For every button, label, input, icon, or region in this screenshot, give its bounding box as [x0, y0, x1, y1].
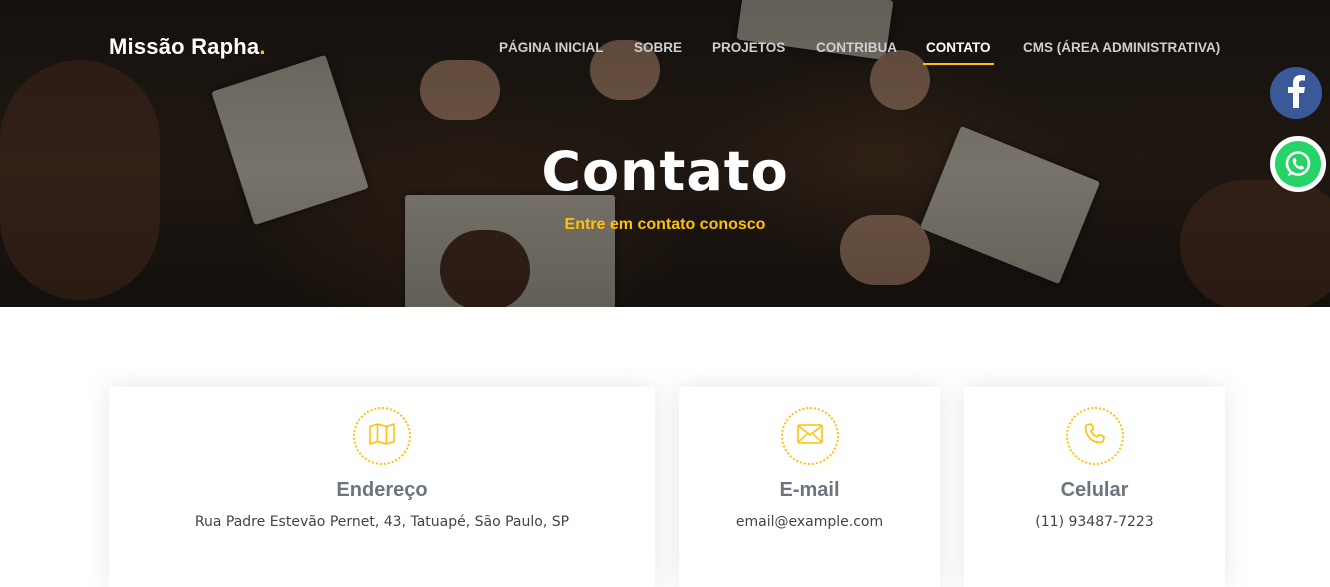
- address-icon-circle: [353, 407, 411, 465]
- hero-banner: Missão Rapha. PÁGINA INICIAL SOBRE PROJE…: [0, 0, 1330, 307]
- nav-item-sobre[interactable]: SOBRE: [634, 40, 682, 63]
- email-icon-circle: [780, 407, 839, 465]
- phone-card: Celular (11) 93487-7223: [964, 387, 1225, 587]
- email-title: E-mail: [779, 479, 840, 501]
- address-text: Rua Padre Estevão Pernet, 43, Tatuapé, S…: [194, 514, 570, 530]
- phone-title: Celular: [1060, 479, 1129, 501]
- address-title: Endereço: [336, 479, 428, 501]
- address-card: Endereço Rua Padre Estevão Pernet, 43, T…: [109, 387, 655, 587]
- phone-text[interactable]: (11) 93487-7223: [964, 514, 1225, 530]
- phone-icon: [1083, 422, 1107, 451]
- page-subtitle: Entre em contato conosco: [564, 216, 766, 233]
- nav-item-cms[interactable]: CMS (ÁREA ADMINISTRATIVA): [1023, 40, 1220, 63]
- map-icon: [369, 422, 395, 450]
- logo-dot: .: [259, 34, 266, 59]
- envelope-icon: [796, 423, 823, 449]
- phone-icon-circle: [1065, 407, 1124, 465]
- email-card: E-mail email@example.com: [679, 387, 940, 587]
- nav-item-pagina-inicial[interactable]: PÁGINA INICIAL: [499, 40, 604, 63]
- email-text[interactable]: email@example.com: [679, 514, 940, 530]
- facebook-icon: [1281, 74, 1311, 113]
- whatsapp-icon: [1275, 141, 1321, 187]
- whatsapp-button[interactable]: [1270, 136, 1326, 192]
- nav-item-contato[interactable]: CONTATO: [923, 40, 994, 65]
- nav-item-contribua[interactable]: CONTRIBUA: [816, 40, 897, 63]
- facebook-button[interactable]: [1270, 67, 1322, 119]
- site-logo[interactable]: Missão Rapha.: [109, 34, 266, 60]
- logo-text: Missão Rapha: [109, 34, 260, 59]
- nav-item-projetos[interactable]: PROJETOS: [712, 40, 785, 63]
- page-title: Contato: [541, 140, 789, 203]
